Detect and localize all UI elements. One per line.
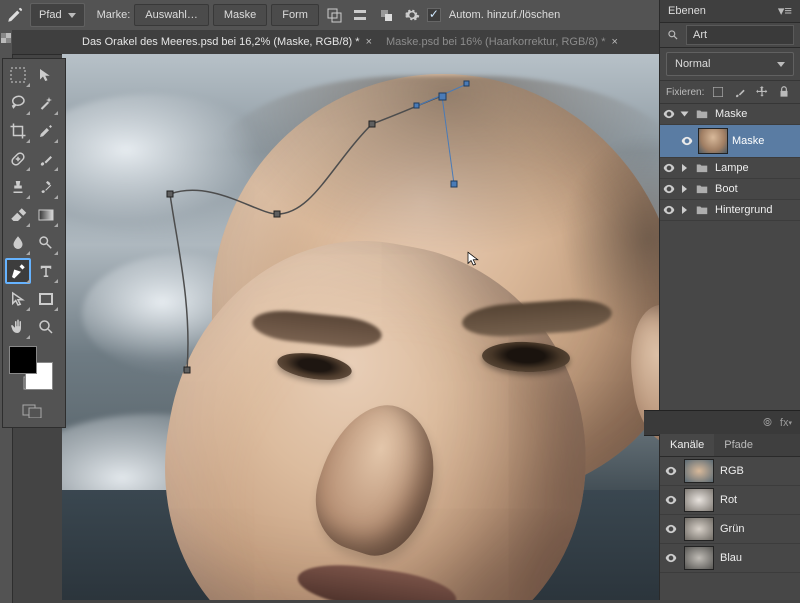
layers-tab[interactable]: Ebenen▾≡: [660, 0, 800, 23]
layer-group-lampe[interactable]: Lampe: [660, 158, 800, 179]
crop-tool[interactable]: [5, 118, 31, 144]
auto-label: Autom. hinzuf./löschen: [449, 9, 560, 21]
mark-label: Marke:: [97, 9, 131, 21]
visibility-icon[interactable]: [664, 551, 678, 565]
lock-brush-icon[interactable]: [732, 85, 748, 99]
doc-tab-1[interactable]: Das Orakel des Meeres.psd bei 16,2% (Mas…: [82, 36, 372, 48]
folder-icon: [693, 203, 711, 217]
lock-move-icon[interactable]: [754, 85, 770, 99]
panel-menu-icon[interactable]: ▾≡: [778, 3, 792, 19]
visibility-icon[interactable]: [664, 522, 678, 536]
wand-tool[interactable]: [33, 90, 59, 116]
channels-panel: Kanäle Pfade RGB Rot Grün Blau: [659, 434, 800, 600]
canvas[interactable]: [62, 54, 660, 600]
auto-checkbox[interactable]: [427, 8, 441, 22]
stamp-tool[interactable]: [5, 174, 31, 200]
path-select-tool[interactable]: [5, 286, 31, 312]
link-icon[interactable]: ⦾: [763, 417, 772, 430]
selection-button[interactable]: Auswahl…: [134, 4, 209, 26]
brush-tool[interactable]: [33, 146, 59, 172]
layer-group-hintergrund[interactable]: Hintergrund: [660, 200, 800, 221]
layer-filter-row: Art: [660, 23, 800, 48]
eyedropper-tool[interactable]: [33, 118, 59, 144]
folder-icon: [693, 107, 711, 121]
history-brush-tool[interactable]: [33, 174, 59, 200]
folder-icon: [693, 161, 711, 175]
marquee-tool[interactable]: [5, 62, 31, 88]
disclosure-icon[interactable]: [682, 185, 687, 193]
gear-icon[interactable]: [401, 4, 423, 26]
zoom-tool[interactable]: [33, 314, 59, 340]
hand-tool[interactable]: [5, 314, 31, 340]
lasso-tool[interactable]: [5, 90, 31, 116]
blur-tool[interactable]: [5, 230, 31, 256]
portrait: [182, 54, 660, 600]
search-icon[interactable]: [666, 28, 680, 42]
channel-rot[interactable]: Rot: [660, 486, 800, 515]
channel-grun[interactable]: Grün: [660, 515, 800, 544]
visibility-icon[interactable]: [662, 107, 676, 121]
mask-button[interactable]: Maske: [213, 4, 267, 26]
visibility-icon[interactable]: [662, 161, 676, 175]
pen-tool-indicator: [4, 4, 26, 26]
lock-row: Fixieren:: [660, 81, 800, 104]
disclosure-icon[interactable]: [682, 164, 687, 172]
pathop-combine-icon[interactable]: [323, 4, 345, 26]
mode-value: Pfad: [39, 9, 62, 21]
gradient-tool[interactable]: [33, 202, 59, 228]
shape-button[interactable]: Form: [271, 4, 319, 26]
document-tab-bar: Das Orakel des Meeres.psd bei 16,2% (Mas…: [12, 30, 660, 55]
filter-dropdown[interactable]: Art: [686, 25, 794, 45]
folder-icon: [693, 182, 711, 196]
pathop-arrange-icon[interactable]: [375, 4, 397, 26]
close-icon[interactable]: ×: [611, 36, 617, 48]
lock-pixels-icon[interactable]: [710, 85, 726, 99]
paths-tab[interactable]: Pfade: [714, 434, 763, 456]
dodge-tool[interactable]: [33, 230, 59, 256]
mode-dropdown[interactable]: Pfad: [30, 3, 85, 27]
eraser-tool[interactable]: [5, 202, 31, 228]
disclosure-icon[interactable]: [682, 206, 687, 214]
blend-mode-dropdown[interactable]: Normal: [666, 52, 794, 76]
screenmode-toggle[interactable]: [5, 398, 59, 424]
tool-panel: [2, 58, 66, 428]
fx-icon[interactable]: fx▾: [780, 417, 792, 429]
type-tool[interactable]: [33, 258, 59, 284]
move-tool[interactable]: [33, 62, 59, 88]
channels-tab[interactable]: Kanäle: [660, 434, 714, 456]
close-icon[interactable]: ×: [366, 36, 372, 48]
visibility-icon[interactable]: [680, 134, 694, 148]
layer-maske[interactable]: Maske: [660, 125, 800, 158]
channel-blau[interactable]: Blau: [660, 544, 800, 573]
disclosure-icon[interactable]: [681, 112, 689, 117]
heal-tool[interactable]: [5, 146, 31, 172]
lock-all-icon[interactable]: [776, 85, 792, 99]
pen-tool[interactable]: [5, 258, 31, 284]
layer-footer-icons: ⦾ fx▾: [644, 410, 800, 436]
layer-group-maske[interactable]: Maske: [660, 104, 800, 125]
visibility-icon[interactable]: [662, 182, 676, 196]
visibility-icon[interactable]: [664, 493, 678, 507]
doc-tab-2[interactable]: Maske.psd bei 16% (Haarkorrektur, RGB/8)…: [386, 36, 618, 48]
layer-group-boot[interactable]: Boot: [660, 179, 800, 200]
rectangle-tool[interactable]: [33, 286, 59, 312]
visibility-icon[interactable]: [664, 464, 678, 478]
color-swatches[interactable]: [5, 342, 59, 384]
visibility-icon[interactable]: [662, 203, 676, 217]
layer-thumb: [698, 128, 728, 154]
pathop-align-icon[interactable]: [349, 4, 371, 26]
channel-rgb[interactable]: RGB: [660, 457, 800, 486]
cursor-arrow: [465, 249, 483, 272]
